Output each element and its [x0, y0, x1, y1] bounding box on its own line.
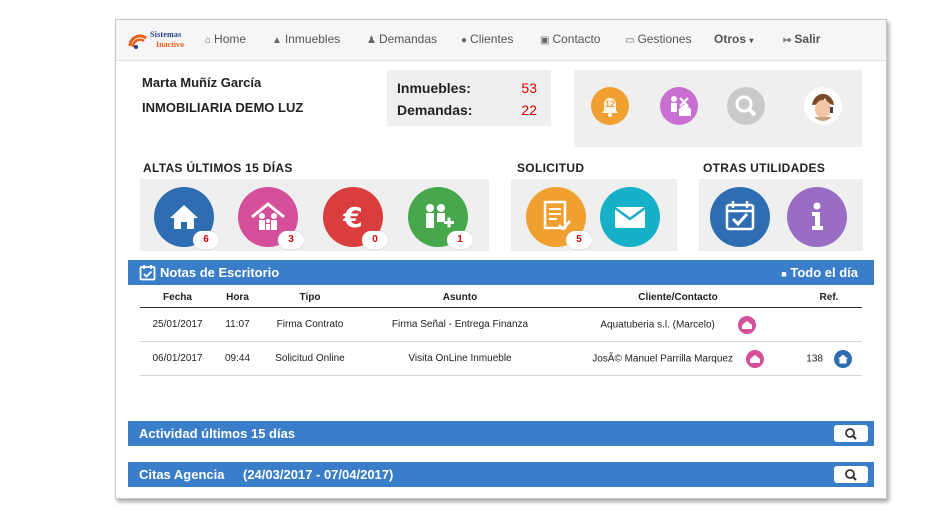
citas-search-button[interactable] [834, 466, 868, 483]
altas-ventas-badge: 0 [362, 231, 388, 249]
actividad-header[interactable]: Actividad últimos 15 días [128, 421, 874, 446]
envelope-icon [614, 206, 646, 228]
column-header: Ref. [796, 287, 862, 308]
nav-inmuebles[interactable]: ▲ Inmuebles [272, 32, 340, 46]
nav-home[interactable]: ⌂ Home [205, 32, 246, 46]
client-profile-icon[interactable] [745, 349, 764, 368]
cliente-text: Aquatuberia s.l. (Marcelo) [600, 319, 715, 331]
column-header: Tipo [260, 287, 360, 308]
quick-actions-panel: 12 [574, 70, 862, 147]
calendar-check-icon [139, 265, 156, 281]
cell-fecha: 06/01/2017 [140, 341, 215, 376]
property-client-icon[interactable] [660, 87, 698, 125]
cell-hora: 09:44 [215, 341, 260, 376]
column-header: Asunto [360, 287, 560, 308]
alerts-count: 12 [604, 99, 615, 109]
property-house-icon[interactable] [833, 349, 852, 368]
ref-number[interactable]: 138 [806, 353, 823, 364]
cell-asunto: Visita OnLine Inmueble [360, 341, 560, 376]
demandas-label: Demandas: [397, 102, 473, 118]
nav-clientes[interactable]: ● Clientes [461, 32, 513, 46]
altas-clientes-badge: 1 [447, 231, 473, 249]
cell-tipo: Firma Contrato [260, 307, 360, 342]
nav-contacto[interactable]: ▣ Contacto [540, 32, 600, 46]
cell-hora: 11:07 [215, 307, 260, 342]
caret-down-icon: ▾ [749, 36, 754, 45]
square-icon: ■ [781, 269, 787, 279]
cell-asunto: Firma Señal - Entrega Finanza [360, 307, 560, 342]
logo-wifi-icon [128, 34, 147, 49]
column-header: Hora [215, 287, 260, 308]
citas-agencia-header[interactable]: Citas Agencia (24/03/2017 - 07/04/2017) [128, 462, 874, 487]
logo[interactable]: Sistemas Inactivo [128, 28, 198, 52]
search-icon [845, 428, 857, 440]
home-icon: ⌂ [205, 35, 212, 46]
demandas-count[interactable]: 22 [521, 102, 537, 118]
calendar-icon: ▭ [625, 35, 635, 46]
altas-inmuebles-badge: 6 [193, 231, 219, 249]
cell-ref [796, 307, 862, 342]
cell-cliente: Aquatuberia s.l. (Marcelo) [560, 307, 796, 342]
logo-text-top: Sistemas [150, 30, 182, 39]
user-name: Marta Muñíz García [142, 75, 262, 90]
inmuebles-count[interactable]: 53 [521, 80, 537, 96]
cell-tipo: Solicitud Online [260, 341, 360, 376]
otras-utilidades-title: OTRAS UTILIDADES [703, 161, 826, 175]
app-window: Sistemas Inactivo ⌂ Home ▲ Inmuebles ♟ Dema… [115, 19, 887, 499]
top-navbar: Sistemas Inactivo ⌂ Home ▲ Inmuebles ♟ Dema… [116, 20, 886, 61]
altas-demandas-badge: 3 [278, 231, 304, 249]
support-agent-icon[interactable] [804, 87, 842, 125]
altas-title: ALTAS ÚLTIMOS 15 DÍAS [143, 161, 293, 175]
table-row[interactable]: 06/01/2017 09:44 Solicitud Online Visita… [140, 341, 862, 376]
users-icon: ● [461, 35, 468, 46]
citas-title: Citas Agencia [139, 467, 225, 482]
search-icon [845, 469, 857, 481]
contact-card-icon: ▣ [540, 35, 550, 46]
column-header: Fecha [140, 287, 215, 308]
building-icon: ▲ [272, 35, 282, 46]
company-name: INMOBILIARIA DEMO LUZ [142, 100, 304, 115]
cell-ref: 138 [796, 341, 862, 376]
solicitud-title: SOLICITUD [517, 161, 585, 175]
citas-date-range: (24/03/2017 - 07/04/2017) [243, 467, 394, 482]
stats-box: Inmuebles: 53 Demandas: 22 [387, 70, 551, 126]
info-icon [812, 202, 823, 230]
svg-text:€: € [342, 201, 362, 234]
notas-title: Notas de Escritorio [160, 265, 280, 280]
solicitudes-badge: 5 [566, 231, 592, 249]
actividad-title: Actividad últimos 15 días [139, 426, 296, 441]
notes-table: Fecha Hora Tipo Asunto Cliente/Contacto … [140, 287, 862, 376]
logo-text-bottom: Inactivo [156, 40, 184, 49]
calendar-check-icon [725, 201, 755, 231]
logout-icon: ↦ [783, 35, 792, 46]
nav-gestiones[interactable]: ▭ Gestiones [625, 32, 691, 46]
nav-otros-dropdown[interactable]: Otros ▾ [714, 32, 753, 46]
actividad-search-button[interactable] [834, 425, 868, 442]
todo-el-dia-filter[interactable]: ■ Todo el día [781, 265, 858, 280]
cell-cliente: JosÃ© Manuel Parrilla Marquez [560, 341, 796, 376]
agenda-button[interactable] [710, 187, 770, 247]
nav-demandas[interactable]: ♟ Demandas [367, 32, 437, 46]
informacion-button[interactable] [787, 187, 847, 247]
cliente-text: JosÃ© Manuel Parrilla Marquez [592, 353, 733, 365]
mensajes-button[interactable] [600, 187, 660, 247]
demand-icon: ♟ [367, 35, 376, 46]
table-header-row: Fecha Hora Tipo Asunto Cliente/Contacto … [140, 287, 862, 308]
cell-fecha: 25/01/2017 [140, 307, 215, 342]
bell-icon[interactable]: 12 [591, 87, 629, 125]
nav-salir[interactable]: ↦ Salir [783, 32, 820, 46]
client-profile-icon[interactable] [737, 315, 756, 334]
search-icon[interactable] [727, 87, 765, 125]
inmuebles-label: Inmuebles: [397, 80, 471, 96]
column-header: Cliente/Contacto [560, 287, 796, 308]
table-row[interactable]: 25/01/2017 11:07 Firma Contrato Firma Se… [140, 307, 862, 342]
notas-escritorio-header: Notas de Escritorio ■ Todo el día [128, 260, 874, 285]
